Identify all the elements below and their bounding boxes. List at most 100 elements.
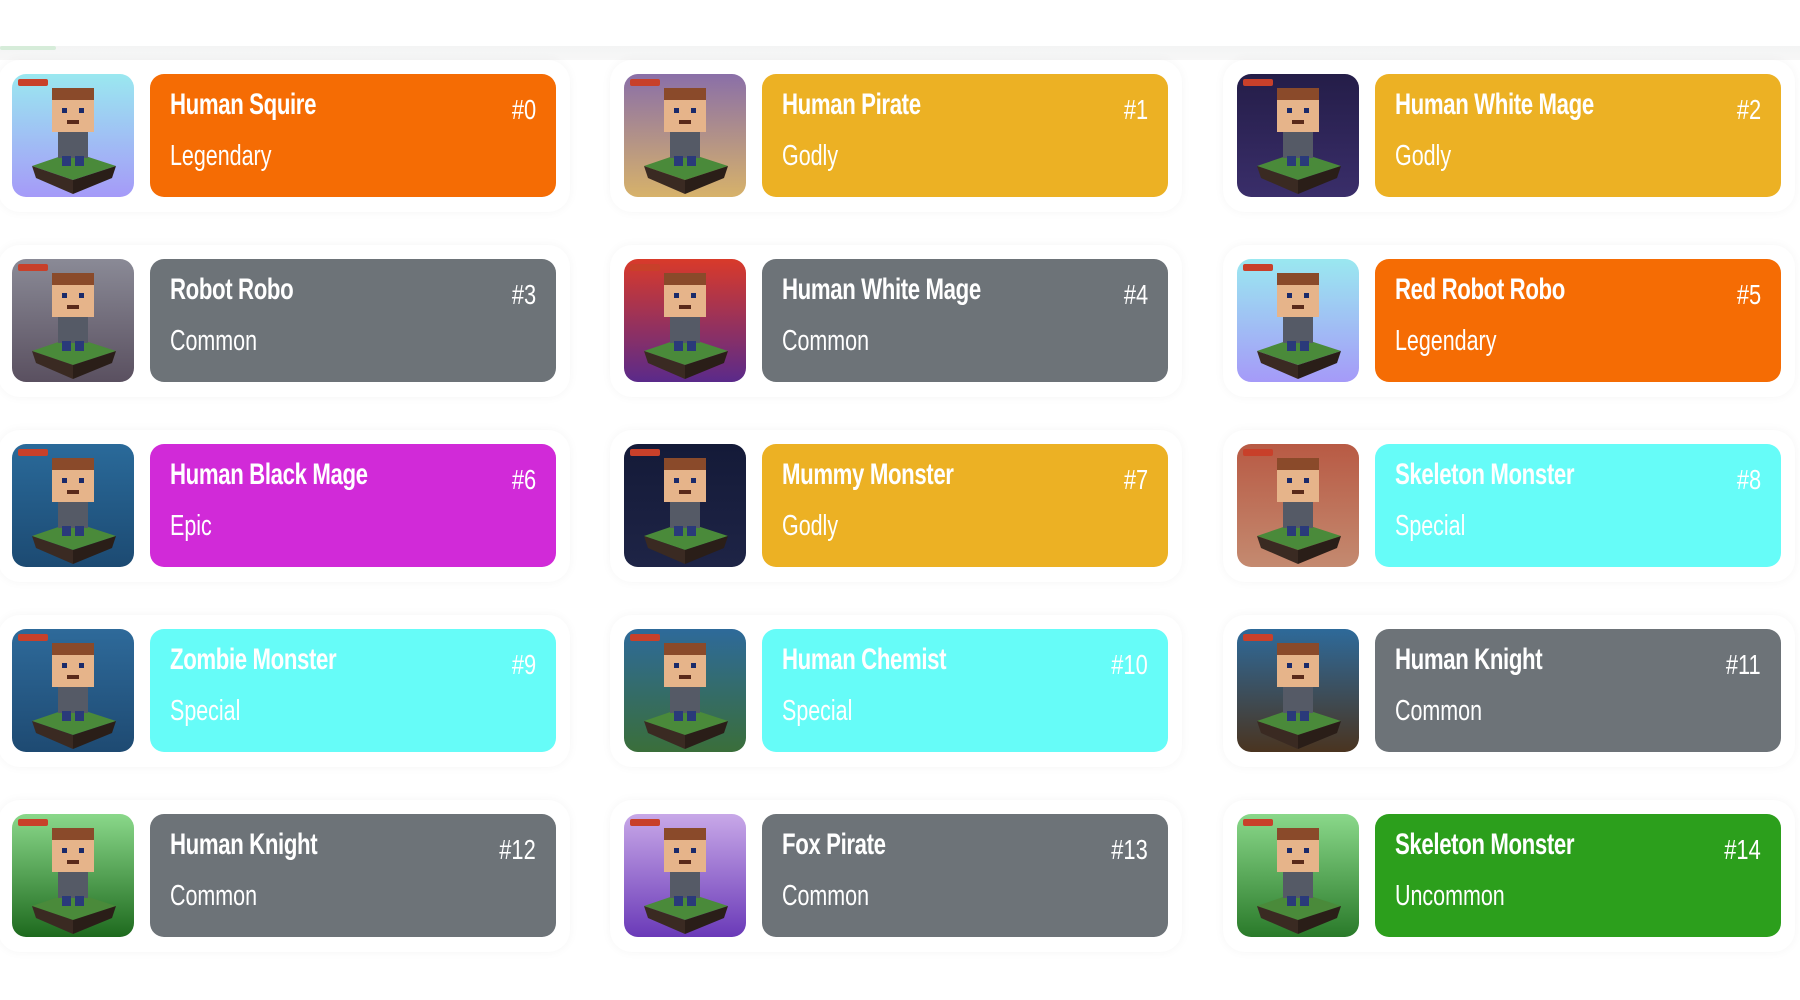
character-info-panel: Human White Mage #2 Godly [1375,74,1781,197]
character-rarity: Common [1395,695,1483,727]
character-thumbnail [1237,814,1359,937]
character-info-panel: Fox Pirate #13 Common [762,814,1168,937]
character-thumbnail [624,629,746,752]
character-name: Human Knight [1395,643,1543,676]
character-number: #11 [1726,649,1761,680]
squire-portrait-icon [12,74,134,197]
character-card-0[interactable]: Human Squire #0 Legendary [0,60,570,212]
character-thumbnail [624,259,746,382]
character-rarity: Uncommon [1395,880,1505,912]
character-thumbnail [1237,259,1359,382]
character-info-panel: Robot Robo #3 Common [150,259,556,382]
knight-portrait-icon [1237,629,1359,752]
character-rarity: Special [1395,510,1466,542]
character-number: #14 [1724,834,1761,865]
character-number: #3 [511,279,536,310]
character-card-9[interactable]: Zombie Monster #9 Special [0,615,570,767]
character-rarity: Godly [782,510,839,542]
character-info-panel: Human Squire #0 Legendary [150,74,556,197]
character-rarity: Special [782,695,853,727]
character-info-panel: Human Knight #11 Common [1375,629,1781,752]
character-thumbnail [1237,444,1359,567]
character-info-panel: Human Chemist #10 Special [762,629,1168,752]
character-name: Zombie Monster [170,643,337,676]
character-info-panel: Skeleton Monster #14 Uncommon [1375,814,1781,937]
character-thumbnail [12,444,134,567]
pirate-portrait-icon [624,74,746,197]
knight-portrait-icon [12,814,134,937]
character-rarity: Common [782,880,870,912]
character-rarity: Common [170,880,258,912]
progress-accent [0,46,56,50]
character-number: #9 [511,649,536,680]
character-name: Human Knight [170,828,318,861]
character-rarity: Legendary [170,140,272,172]
character-name: Red Robot Robo [1395,273,1565,306]
character-name: Fox Pirate [782,828,886,861]
character-info-panel: Human Knight #12 Common [150,814,556,937]
character-name: Skeleton Monster [1395,828,1575,861]
character-name: Skeleton Monster [1395,458,1575,491]
character-card-7[interactable]: Mummy Monster #7 Godly [610,430,1182,582]
character-rarity: Legendary [1395,325,1497,357]
character-thumbnail [624,444,746,567]
character-card-13[interactable]: Fox Pirate #13 Common [610,800,1182,952]
character-info-panel: Red Robot Robo #5 Legendary [1375,259,1781,382]
character-name: Human Black Mage [170,458,368,491]
character-thumbnail [1237,74,1359,197]
red-robot-portrait-icon [1237,259,1359,382]
character-name: Human Chemist [782,643,947,676]
character-number: #10 [1111,649,1148,680]
character-card-11[interactable]: Human Knight #11 Common [1223,615,1795,767]
character-rarity: Godly [1395,140,1452,172]
robot-portrait-icon [12,259,134,382]
chemist-portrait-icon [624,629,746,752]
header-divider [0,46,1800,60]
character-thumbnail [624,74,746,197]
character-card-12[interactable]: Human Knight #12 Common [0,800,570,952]
character-card-3[interactable]: Robot Robo #3 Common [0,245,570,397]
character-card-6[interactable]: Human Black Mage #6 Epic [0,430,570,582]
character-thumbnail [12,814,134,937]
character-number: #13 [1111,834,1148,865]
character-card-5[interactable]: Red Robot Robo #5 Legendary [1223,245,1795,397]
character-info-panel: Mummy Monster #7 Godly [762,444,1168,567]
character-number: #8 [1736,464,1761,495]
character-number: #6 [511,464,536,495]
character-number: #0 [511,94,536,125]
zombie-portrait-icon [12,629,134,752]
character-card-2[interactable]: Human White Mage #2 Godly [1223,60,1795,212]
character-card-10[interactable]: Human Chemist #10 Special [610,615,1182,767]
character-rarity: Common [170,325,258,357]
character-rarity: Special [170,695,241,727]
black-mage-portrait-icon [12,444,134,567]
mummy-portrait-icon [624,444,746,567]
character-info-panel: Human Black Mage #6 Epic [150,444,556,567]
character-rarity: Godly [782,140,839,172]
character-number: #12 [499,834,536,865]
character-number: #2 [1736,94,1761,125]
character-number: #1 [1123,94,1148,125]
character-name: Mummy Monster [782,458,954,491]
character-thumbnail [12,74,134,197]
skeleton-portrait-icon [1237,814,1359,937]
character-info-panel: Human Pirate #1 Godly [762,74,1168,197]
character-number: #5 [1736,279,1761,310]
fox-pirate-portrait-icon [624,814,746,937]
character-name: Robot Robo [170,273,294,306]
character-name: Human White Mage [782,273,981,306]
character-card-14[interactable]: Skeleton Monster #14 Uncommon [1223,800,1795,952]
skeleton-portrait-icon [1237,444,1359,567]
character-name: Human White Mage [1395,88,1594,121]
character-rarity: Common [782,325,870,357]
character-thumbnail [12,259,134,382]
character-rarity: Epic [170,510,212,542]
white-mage-portrait-icon [1237,74,1359,197]
character-card-8[interactable]: Skeleton Monster #8 Special [1223,430,1795,582]
character-card-1[interactable]: Human Pirate #1 Godly [610,60,1182,212]
character-info-panel: Skeleton Monster #8 Special [1375,444,1781,567]
character-name: Human Pirate [782,88,921,121]
character-card-4[interactable]: Human White Mage #4 Common [610,245,1182,397]
character-number: #7 [1123,464,1148,495]
character-thumbnail [12,629,134,752]
